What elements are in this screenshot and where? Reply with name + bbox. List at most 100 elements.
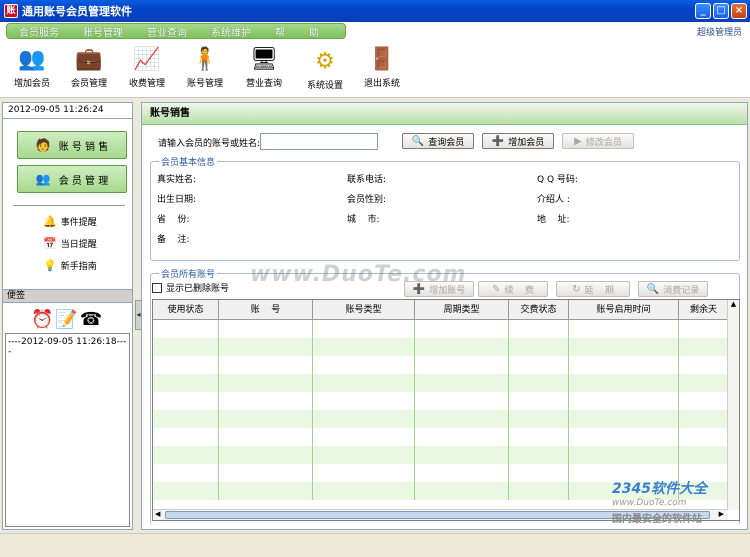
- horizontal-scrollbar[interactable]: ◀ ▶: [153, 509, 728, 520]
- left-divider: [13, 205, 125, 206]
- monitor-icon: 🖥: [250, 46, 278, 72]
- accounts-table[interactable]: 使用状态 账 号 账号类型 周期类型 交费状态 账号启用时间 剩余天 ▲ ◀ ▶: [152, 299, 740, 521]
- window-title: 通用账号会员管理软件: [22, 5, 132, 18]
- search-label: 请输入会员的账号或姓名:: [158, 139, 261, 149]
- status-bar: [0, 533, 750, 557]
- scroll-right-arrow-icon[interactable]: ▶: [719, 510, 724, 518]
- add-member-icon: 👥: [18, 46, 46, 72]
- add-member-button[interactable]: ➕ 增加会员: [482, 133, 554, 149]
- menu-help-2[interactable]: 助: [297, 24, 331, 39]
- basic-info-group: 会员基本信息 真实姓名: 联系电话: Q Q 号码: 出生日期: 会员性别: 介…: [150, 155, 740, 261]
- account-manage-icon: 🧍: [191, 46, 219, 72]
- plus-icon: ➕: [412, 283, 426, 295]
- account-sales-button[interactable]: 🧑 账 号 销 售: [17, 131, 127, 159]
- app-icon: 账: [4, 4, 18, 18]
- checkbox-box[interactable]: [152, 282, 162, 293]
- col-status[interactable]: 使用状态: [153, 300, 219, 319]
- current-user: 超级管理员: [696, 28, 742, 38]
- edit-member-button[interactable]: ▶ 修改会员: [562, 133, 634, 149]
- col-fee-status[interactable]: 交费状态: [509, 300, 569, 319]
- field-referrer: 介绍人 :: [537, 195, 570, 205]
- table-row: [153, 320, 728, 338]
- alarm-clock-icon[interactable]: ⏰: [31, 309, 53, 330]
- consume-record-button[interactable]: 🔍 消费记录: [638, 281, 708, 297]
- link-daily-reminder[interactable]: 📅 当日提醒: [43, 237, 97, 250]
- tool-label: 收费管理: [128, 79, 165, 89]
- field-gender: 会员性别:: [347, 195, 387, 205]
- link-beginner-guide[interactable]: 💡 新手指南: [43, 259, 97, 272]
- renew-label: 续 费: [504, 285, 534, 296]
- menu-system-maintain[interactable]: 系统维护: [199, 24, 263, 39]
- accounts-title: 会员所有账号: [159, 267, 218, 280]
- renew-button[interactable]: ✎ 续 费: [478, 281, 548, 297]
- title-bar: 账 通用账号会员管理软件 _ □ ×: [0, 0, 750, 22]
- tool-label: 退出系统: [363, 79, 400, 89]
- search-input[interactable]: [260, 133, 378, 150]
- menu-member-service[interactable]: 会员服务: [7, 24, 71, 39]
- field-birthday: 出生日期:: [157, 195, 197, 205]
- query-member-button[interactable]: 🔍 查询会员: [402, 133, 474, 149]
- col-account-type[interactable]: 账号类型: [313, 300, 415, 319]
- table-row: [153, 428, 728, 446]
- scroll-left-arrow-icon[interactable]: ◀: [155, 510, 160, 518]
- col-cycle-type[interactable]: 周期类型: [415, 300, 509, 319]
- tool-fee-manage[interactable]: 📈 收费管理: [117, 44, 177, 90]
- extend-button[interactable]: ↻ 延 期: [556, 281, 630, 297]
- tool-member-manage[interactable]: 💼 会员管理: [59, 44, 119, 90]
- sales-person-icon: 🧑: [35, 138, 51, 152]
- member-manage-label: 会 员 管 理: [58, 175, 109, 187]
- close-button[interactable]: ×: [731, 3, 747, 19]
- tool-label: 会员管理: [70, 79, 107, 89]
- menu-account-manage[interactable]: 账号管理: [71, 24, 135, 39]
- menu-help-1[interactable]: 帮: [263, 24, 297, 39]
- tool-account-manage[interactable]: 🧍 账号管理: [175, 44, 235, 90]
- members-icon: 👥: [35, 172, 51, 186]
- add-account-button[interactable]: ➕ 增加账号: [404, 281, 474, 297]
- notes-entry: ----2012-09-05 11:26:18----: [8, 337, 127, 357]
- account-sales-label: 账 号 销 售: [58, 141, 109, 153]
- col-start-time[interactable]: 账号启用时间: [569, 300, 679, 319]
- table-header: 使用状态 账 号 账号类型 周期类型 交费状态 账号启用时间 剩余天: [153, 300, 728, 320]
- menu-pill: 会员服务 账号管理 营业查询 系统维护 帮 助: [6, 23, 346, 39]
- table-row: [153, 446, 728, 464]
- maximize-button[interactable]: □: [713, 3, 729, 19]
- add-member-label: 增加会员: [508, 137, 545, 148]
- magnifier-icon: 🔍: [411, 135, 425, 147]
- fee-chart-icon: 📈: [133, 46, 161, 72]
- table-row: [153, 356, 728, 374]
- table-row: [153, 392, 728, 410]
- tool-business-query[interactable]: 🖥 营业查询: [234, 44, 294, 90]
- magnifier-icon: 🔍: [646, 283, 660, 295]
- table-row: [153, 482, 728, 500]
- tool-system-settings[interactable]: ⚙ 系统设置: [295, 46, 355, 92]
- tool-label: 营业查询: [245, 79, 282, 89]
- field-name: 真实姓名:: [157, 175, 197, 185]
- add-account-label: 增加账号: [429, 285, 466, 296]
- table-row: [153, 410, 728, 428]
- tool-exit-system[interactable]: 🚪 退出系统: [352, 44, 412, 90]
- menu-business-query[interactable]: 营业查询: [135, 24, 199, 39]
- minimize-button[interactable]: _: [695, 3, 711, 19]
- field-phone: 联系电话:: [347, 175, 387, 185]
- col-account[interactable]: 账 号: [219, 300, 313, 319]
- horizontal-scroll-thumb[interactable]: [165, 511, 710, 519]
- show-deleted-checkbox[interactable]: 显示已删除账号: [152, 281, 229, 294]
- col-remaining-days[interactable]: 剩余天: [679, 300, 728, 319]
- notes-toolbar: ⏰ 📝 ☎: [31, 309, 102, 330]
- tool-add-member[interactable]: 👥 增加会员: [2, 44, 62, 90]
- query-member-label: 查询会员: [428, 137, 465, 148]
- left-datetime: 2012-09-05 11:26:24: [3, 103, 132, 119]
- edit-icon: ▶: [574, 135, 582, 147]
- table-row: [153, 338, 728, 356]
- tool-label: 系统设置: [306, 81, 343, 91]
- table-row: [153, 374, 728, 392]
- beginner-guide-label: 新手指南: [60, 262, 97, 272]
- link-event-reminder[interactable]: 🔔 事件提醒: [43, 215, 97, 228]
- vertical-scrollbar[interactable]: ▲: [727, 300, 739, 510]
- phone-icon[interactable]: ☎: [80, 309, 102, 330]
- notes-area[interactable]: ----2012-09-05 11:26:18----: [5, 333, 130, 527]
- notepad-icon[interactable]: 📝: [55, 309, 77, 330]
- daily-reminder-label: 当日提醒: [60, 240, 97, 250]
- member-manage-button[interactable]: 👥 会 员 管 理: [17, 165, 127, 193]
- field-remark: 备 注:: [157, 235, 190, 245]
